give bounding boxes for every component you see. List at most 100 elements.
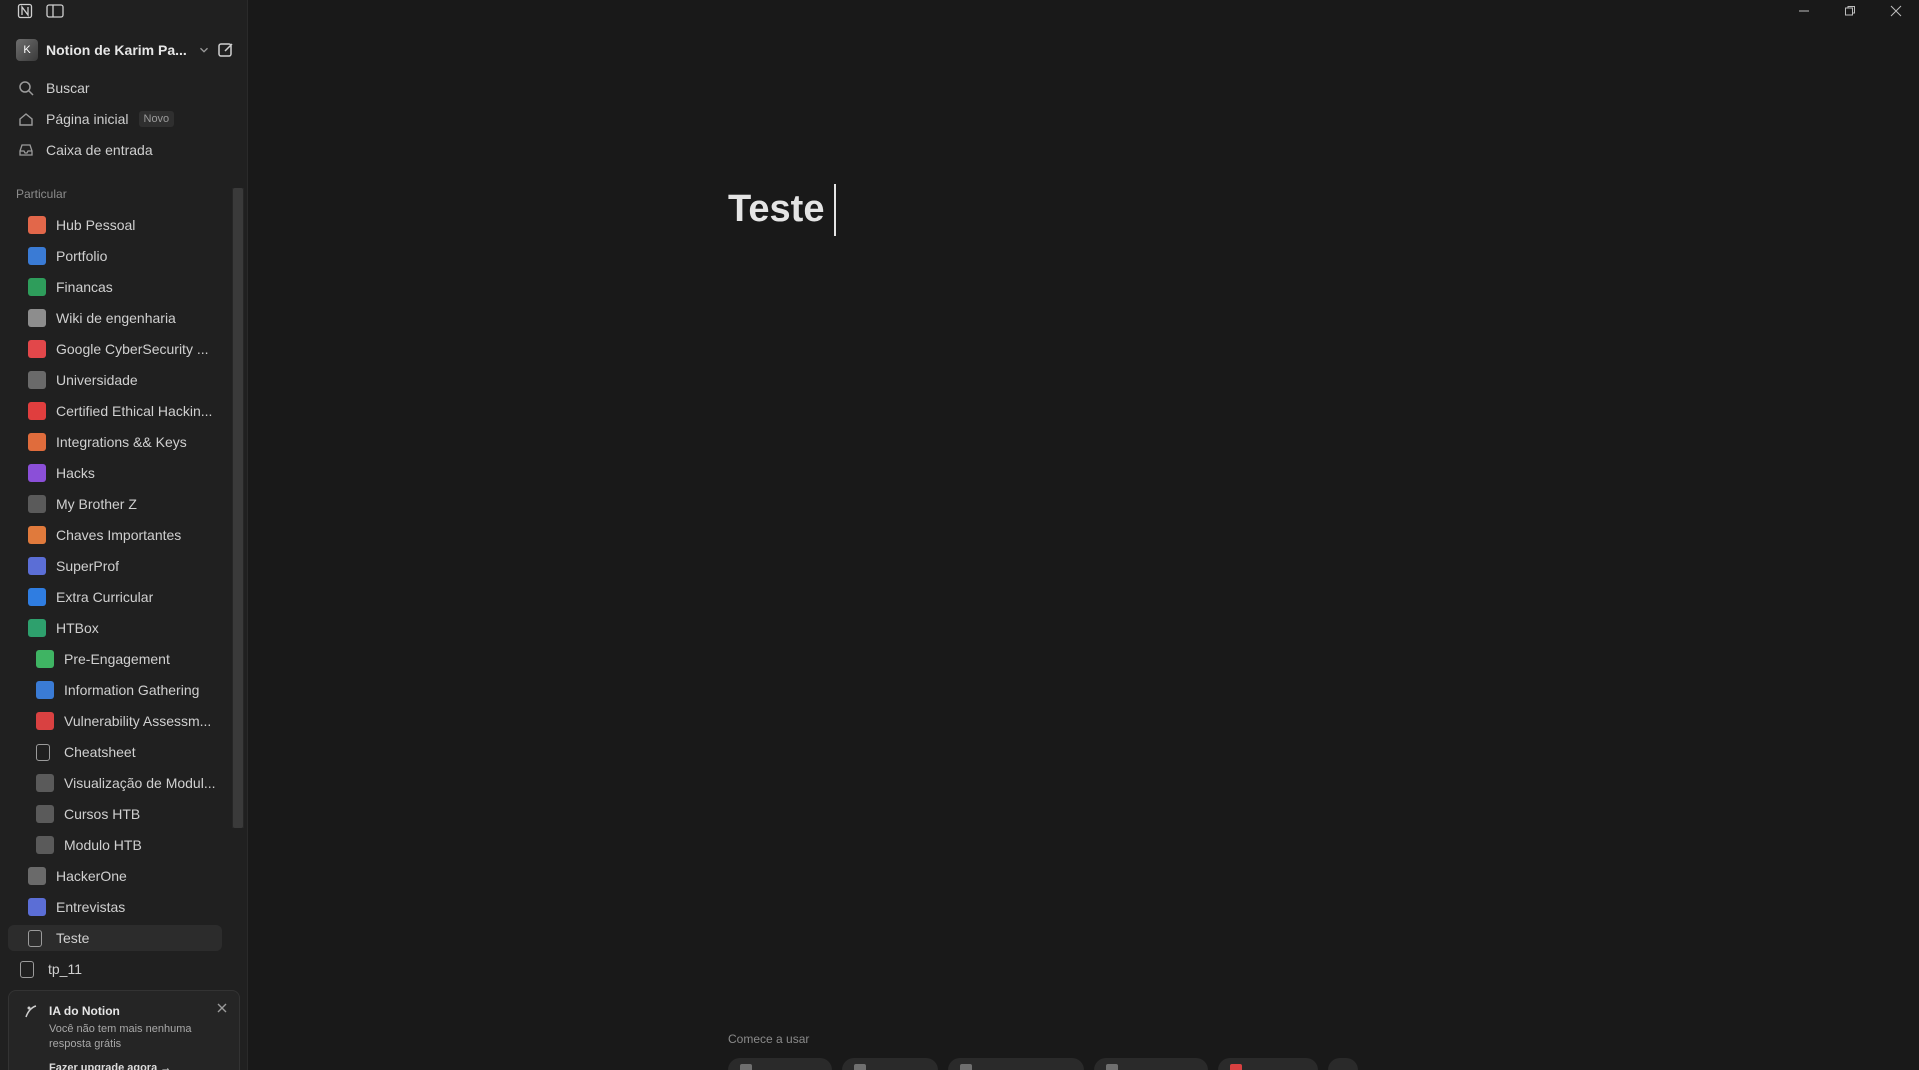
chevron-down-icon — [199, 47, 208, 53]
sidebar-page-item[interactable]: Universidade — [0, 367, 222, 393]
sidebar-page-label: tp_11 — [48, 961, 82, 977]
sidebar-page-item[interactable]: Wiki de engenharia — [0, 305, 222, 331]
search-icon — [36, 681, 54, 699]
get-started-label: Comece a usar — [728, 1032, 810, 1046]
sidebar-page-label: Vulnerability Assessm... — [64, 713, 212, 729]
sidebar-page-label: Certified Ethical Hackin... — [56, 403, 213, 419]
page-icon — [28, 929, 42, 947]
sidebar-page-item[interactable]: HTBox — [0, 615, 222, 641]
sidebar-page-item[interactable]: Vulnerability Assessm... — [0, 708, 222, 734]
sidebar-page-label: My Brother Z — [56, 496, 137, 512]
sidebar-page-label: Cursos HTB — [64, 806, 141, 822]
template-chip[interactable] — [1218, 1058, 1318, 1070]
sidebar-page-label: Information Gathering — [64, 682, 200, 698]
sidebar-page-label: SuperProf — [56, 558, 120, 574]
sidebar-page-item[interactable]: Financas — [0, 274, 222, 300]
terminal-icon — [28, 402, 46, 420]
template-chip[interactable] — [842, 1058, 938, 1070]
avatar-icon — [28, 898, 46, 916]
sidebar-page-item[interactable]: Teste — [8, 925, 222, 951]
sidebar-page-item[interactable]: SuperProf — [0, 553, 222, 579]
avatar-icon — [28, 557, 46, 575]
google-icon — [28, 340, 46, 358]
sidebar-page-item[interactable]: Portfolio — [0, 243, 222, 269]
sidebar-page-item[interactable]: Cheatsheet — [0, 739, 222, 765]
sidebar-page-item[interactable]: Extra Curricular — [0, 584, 222, 610]
sidebar-page-item[interactable]: Certified Ethical Hackin... — [0, 398, 222, 424]
sidebar-page-item[interactable]: Visualização de Modul... — [0, 770, 222, 796]
workspace-avatar: K — [16, 39, 38, 61]
section-label-particular[interactable]: Particular — [16, 187, 67, 201]
sidebar-page-label: Integrations && Keys — [56, 434, 187, 450]
handshake-icon — [36, 650, 54, 668]
more-chip[interactable] — [1328, 1058, 1358, 1070]
template-chip[interactable] — [948, 1058, 1084, 1070]
terminal-icon — [28, 464, 46, 482]
sidebar-page-item[interactable]: Information Gathering — [0, 677, 222, 703]
sidebar-page-label: Universidade — [56, 372, 138, 388]
page-icon — [20, 960, 34, 978]
sidebar-page-label: Modulo HTB — [64, 837, 142, 853]
cash-icon — [28, 278, 46, 296]
nav-search[interactable]: Buscar — [16, 75, 238, 101]
sidebar-page-item[interactable]: Pre-Engagement — [0, 646, 222, 672]
sidebar-page-label: Portfolio — [56, 248, 108, 264]
upgrade-link[interactable]: Fazer upgrade agora → — [49, 1062, 171, 1070]
home-icon — [16, 109, 36, 129]
notion-logo-icon — [16, 2, 34, 20]
sidebar-page-label: Google CyberSecurity ... — [56, 341, 209, 357]
ai-face-icon — [25, 1005, 37, 1018]
title-bar — [0, 0, 1919, 22]
sidebar-page-item[interactable]: Google CyberSecurity ... — [0, 336, 222, 362]
laptop-icon — [28, 588, 46, 606]
template-chip[interactable] — [728, 1058, 832, 1070]
sidebar-page-item[interactable]: Entrevistas — [0, 894, 222, 920]
minimize-icon[interactable] — [1781, 0, 1827, 22]
search-icon — [16, 78, 36, 98]
sidebar-page-item[interactable]: Modulo HTB — [0, 832, 222, 858]
sidebar-page-item[interactable]: Integrations && Keys — [0, 429, 222, 455]
sidebar-page-label: Hacks — [56, 465, 95, 481]
workspace-switcher[interactable]: K Notion de Karim Pa... — [16, 38, 240, 62]
sidebar-page-label: HTBox — [56, 620, 99, 636]
nav-inbox[interactable]: Caixa de entrada — [16, 137, 238, 163]
new-page-icon[interactable] — [216, 40, 236, 60]
table-icon — [36, 805, 54, 823]
nav-home-label: Página inicial — [46, 111, 129, 127]
sidebar-page-label: Financas — [56, 279, 113, 295]
sidebar-page-item[interactable]: HackerOne — [0, 863, 222, 889]
text-caret — [834, 184, 836, 236]
nav-home[interactable]: Página inicial Novo — [16, 106, 238, 132]
sidebar-scrollbar-thumb[interactable] — [233, 188, 243, 828]
book-icon — [28, 216, 46, 234]
inbox-icon — [16, 140, 36, 160]
page-title[interactable]: Teste — [728, 188, 824, 231]
close-window-icon[interactable] — [1873, 0, 1919, 22]
page-icon — [36, 743, 50, 761]
sidebar-page-item[interactable]: Chaves Importantes — [0, 522, 222, 548]
sidebar-page-label: Cheatsheet — [64, 744, 136, 760]
restore-icon[interactable] — [1827, 0, 1873, 22]
grad-cap-icon — [28, 371, 46, 389]
sidebar-page-item[interactable]: My Brother Z — [0, 491, 222, 517]
nav-search-label: Buscar — [46, 80, 90, 96]
sidebar-page-label: Teste — [56, 930, 90, 946]
ai-upsell-card: IA do Notion Você não tem mais nenhuma r… — [8, 990, 240, 1070]
close-icon[interactable] — [215, 1001, 229, 1015]
table-icon — [36, 836, 54, 854]
template-chip[interactable] — [1094, 1058, 1208, 1070]
key-icon — [28, 433, 46, 451]
sidebar-page-label: Wiki de engenharia — [56, 310, 176, 326]
sidebar-page-label: Visualização de Modul... — [64, 775, 216, 791]
sidebar-page-item[interactable]: Hub Pessoal — [0, 212, 222, 238]
sidebar-page-item[interactable]: Cursos HTB — [0, 801, 222, 827]
table-icon — [36, 774, 54, 792]
sidebar-page-label: Entrevistas — [56, 899, 126, 915]
bug-icon — [36, 712, 54, 730]
workspace-name: Notion de Karim Pa... — [46, 42, 187, 58]
ai-card-title: IA do Notion — [49, 1004, 120, 1018]
sidebar-page-label: Chaves Importantes — [56, 527, 182, 543]
sidebar-page-item[interactable]: tp_11 — [0, 956, 222, 982]
sidebar-page-item[interactable]: Hacks — [0, 460, 222, 486]
toggle-sidebar-icon[interactable] — [46, 2, 64, 20]
